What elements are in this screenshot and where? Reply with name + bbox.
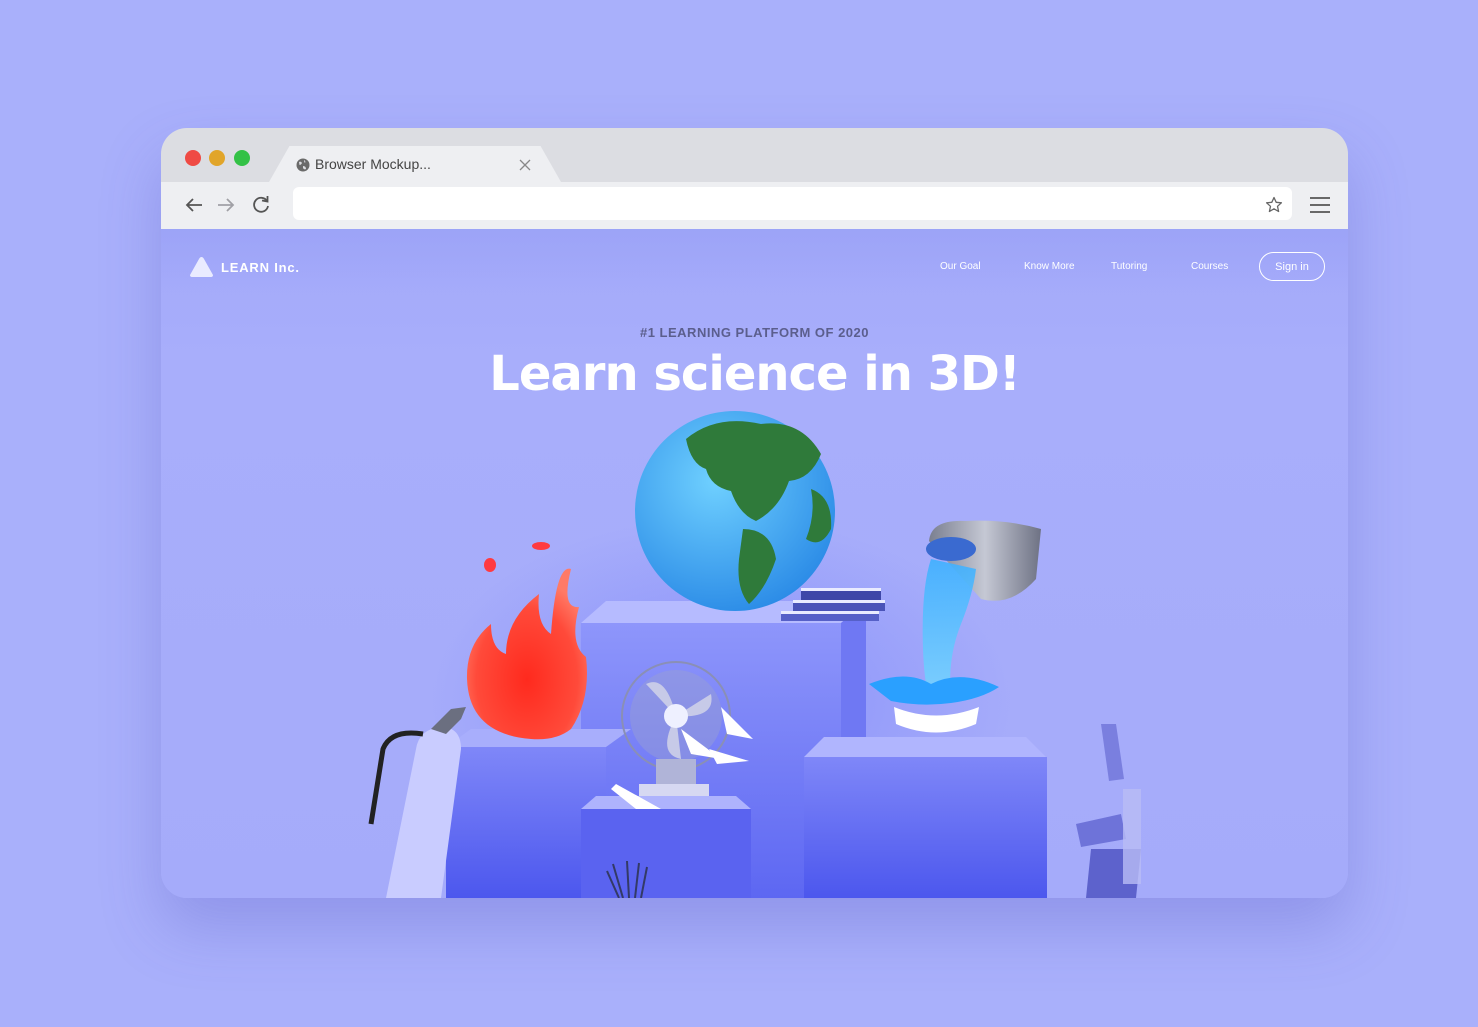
right-pedestal [804, 737, 1047, 898]
reload-icon[interactable] [250, 194, 272, 216]
nav-link-tutoring[interactable]: Tutoring [1111, 261, 1147, 272]
front-pedestal [581, 796, 751, 898]
website-viewport: LEARN Inc. Our Goal Know More Tutoring C… [161, 229, 1348, 898]
browser-toolbar [161, 182, 1348, 229]
nav-link-know-more[interactable]: Know More [1024, 261, 1075, 272]
site-header: LEARN Inc. Our Goal Know More Tutoring C… [161, 229, 1348, 291]
fire-3d [466, 542, 587, 740]
hero-eyebrow: #1 LEARNING PLATFORM OF 2020 [639, 325, 869, 340]
close-icon[interactable] [519, 159, 531, 171]
address-bar[interactable] [293, 187, 1292, 220]
close-window-button[interactable] [185, 150, 201, 166]
globe-3d [635, 411, 835, 611]
back-arrow-icon[interactable] [183, 194, 205, 216]
water-bucket [869, 520, 1041, 733]
logo-text[interactable]: LEARN Inc. [221, 260, 300, 275]
logo-icon[interactable] [189, 256, 214, 278]
microscope [1076, 724, 1141, 898]
sign-in-button[interactable]: Sign in [1259, 252, 1325, 281]
books [781, 588, 885, 621]
hero-headline: Learn science in 3D! [489, 346, 1020, 402]
nav-link-our-goal[interactable]: Our Goal [940, 261, 981, 272]
hamburger-menu-icon[interactable] [1309, 194, 1331, 216]
nav-link-courses[interactable]: Courses [1191, 261, 1228, 272]
globe-icon [296, 158, 310, 172]
tab-title: Browser Mockup... [315, 156, 431, 172]
browser-titlebar: Browser Mockup... [161, 128, 1348, 182]
minimize-window-button[interactable] [209, 150, 225, 166]
forward-arrow-icon[interactable] [215, 194, 237, 216]
star-icon[interactable] [1265, 196, 1283, 214]
maximize-window-button[interactable] [234, 150, 250, 166]
browser-window: Browser Mockup... LEARN Inc. Our Goal Kn… [161, 128, 1348, 898]
browser-tab[interactable]: Browser Mockup... [269, 146, 561, 182]
